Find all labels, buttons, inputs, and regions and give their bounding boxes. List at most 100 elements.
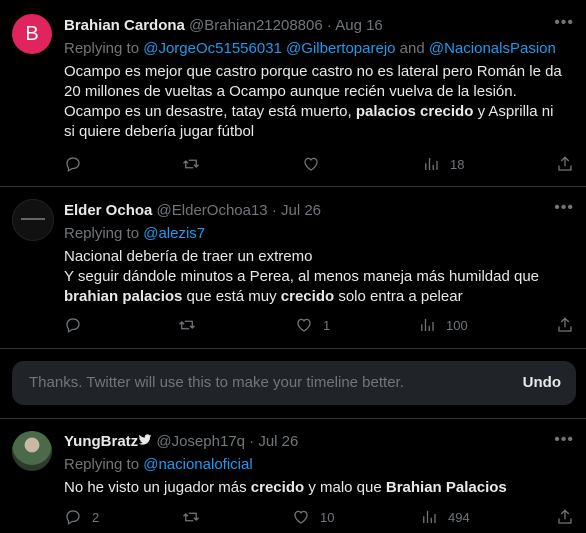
views-button[interactable]: 494 [420,507,470,527]
tweet-header: Elder Ochoa @ElderOchoa13 · Jul 26 [64,201,576,221]
author-name[interactable]: YungBratz [64,433,138,450]
feedback-banner: Thanks. Twitter will use this to make yo… [12,361,576,405]
reply-count: 2 [92,509,100,525]
mention-link[interactable]: @nacionaloficial [143,456,252,473]
text-segment: solo entra a pelear [338,288,463,305]
more-icon[interactable]: ••• [554,199,574,217]
tweet-elder-ochoa[interactable]: Elder Ochoa @ElderOchoa13 · Jul 26 Reply… [0,187,586,349]
undo-button[interactable]: Undo [523,374,561,391]
tweet-text: No he visto un jugador más crecido y mal… [64,478,576,498]
replying-label: Replying to [64,40,140,57]
tweet-header: Brahian Cardona @Brahian21208806 · Aug 1… [64,16,576,36]
views-icon [423,511,436,523]
share-button[interactable] [556,507,574,527]
share-icon [558,509,572,524]
retweet-button[interactable] [182,507,200,527]
reply-button[interactable] [64,315,82,335]
replying-to: Replying to @nacionaloficial [64,455,576,475]
share-icon [558,317,572,332]
share-icon [558,156,572,171]
tweet-date[interactable]: Jul 26 [258,433,298,450]
separator-dot: · [271,202,277,219]
text-segment: y malo que [308,479,382,496]
retweet-button[interactable] [178,315,196,335]
and-label: and [399,40,425,57]
avatar[interactable] [12,431,52,471]
text-line: Ocampo es mejor que castro porque castro… [64,63,562,80]
avatar-image [21,218,45,220]
views-icon [421,319,434,331]
bold-text: palacios crecido [355,103,474,120]
mention-link[interactable]: @JorgeOc51556031 [143,40,282,57]
replying-label: Replying to [64,225,140,242]
tweet-text: Ocampo es mejor que castro porque castro… [64,62,576,142]
like-icon [297,318,311,332]
text-line: No he visto un jugador más crecido y mal… [64,478,576,498]
bold-text: brahian palacios [64,288,183,305]
text-segment: y Asprilla ni [477,103,554,120]
bold-text: crecido [250,479,305,496]
separator-dot: · [326,17,332,34]
views-count: 494 [448,509,470,525]
text-line: si quiere debería jugar fútbol [64,123,255,140]
like-count: 10 [320,509,335,525]
text-line: Ocampo es un desastre, tatay está muerto… [64,102,576,122]
feedback-message: Thanks. Twitter will use this to make yo… [29,374,404,391]
avatar-letter: B [25,22,39,45]
text-line: 20 millones de vueltas a Ocampo aunque r… [64,83,517,100]
like-icon [294,510,308,524]
separator-dot: · [249,433,255,450]
tweet-header: YungBratz @Joseph17q · Jul 26 [64,432,576,452]
author-handle[interactable]: @Joseph17q [156,433,245,450]
like-button[interactable]: 1 [295,315,330,335]
twitter-bird-icon [138,433,152,450]
bold-text: Brahian Palacios [385,479,507,496]
bold-text: crecido [280,288,335,305]
views-count: 100 [446,317,468,333]
reply-button[interactable]: 2 [64,507,99,527]
views-button[interactable]: 100 [418,315,468,335]
like-button[interactable] [302,154,320,174]
mention-link[interactable]: @alezis7 [143,225,205,242]
retweet-icon [183,159,199,169]
text-line: brahian palacios que está muy crecido so… [64,287,576,307]
share-button[interactable] [556,154,574,174]
views-count: 18 [450,156,465,172]
mention-link[interactable]: @Gilbertoparejo [286,40,395,57]
more-icon[interactable]: ••• [554,14,574,32]
tweet-text: Nacional debería de traer un extremo Y s… [64,247,576,307]
author-name[interactable]: Brahian Cardona [64,17,185,34]
tweet-date[interactable]: Aug 16 [335,17,383,34]
mention-link[interactable]: @NacionalsPasion [429,40,556,57]
like-count: 1 [323,317,331,333]
replying-to: Replying to @JorgeOc51556031 @Gilbertopa… [64,39,576,59]
views-button[interactable]: 18 [422,154,464,174]
reply-icon [66,318,80,333]
text-segment: No he visto un jugador más [64,479,247,496]
tweet-date[interactable]: Jul 26 [281,202,321,219]
tweet-yungbratz[interactable]: YungBratz @Joseph17q · Jul 26 Replying t… [0,419,586,533]
tweet-brahian-cardona[interactable]: B Brahian Cardona @Brahian21208806 · Aug… [0,0,586,187]
replying-label: Replying to [64,456,140,473]
retweet-button[interactable] [182,154,200,174]
share-button[interactable] [556,315,574,335]
text-line: Nacional debería de traer un extremo [64,248,313,265]
replying-to: Replying to @alezis7 [64,224,576,244]
retweet-icon [179,320,195,330]
like-button[interactable]: 10 [292,507,334,527]
reply-icon [66,157,80,172]
views-icon [425,158,438,170]
more-icon[interactable]: ••• [554,431,574,449]
reply-icon [66,510,80,525]
retweet-icon [183,512,199,522]
author-handle[interactable]: @ElderOchoa13 [157,202,268,219]
avatar[interactable]: B [12,14,52,54]
text-segment: que está muy [186,288,277,305]
author-name[interactable]: Elder Ochoa [64,202,152,219]
reply-button[interactable] [64,154,82,174]
text-segment: Ocampo es un desastre, tatay está muerto… [64,103,352,120]
text-line: Y seguir dándole minutos a Perea, al men… [64,268,540,285]
like-icon [304,157,318,171]
author-handle[interactable]: @Brahian21208806 [189,17,323,34]
avatar[interactable] [12,199,54,241]
